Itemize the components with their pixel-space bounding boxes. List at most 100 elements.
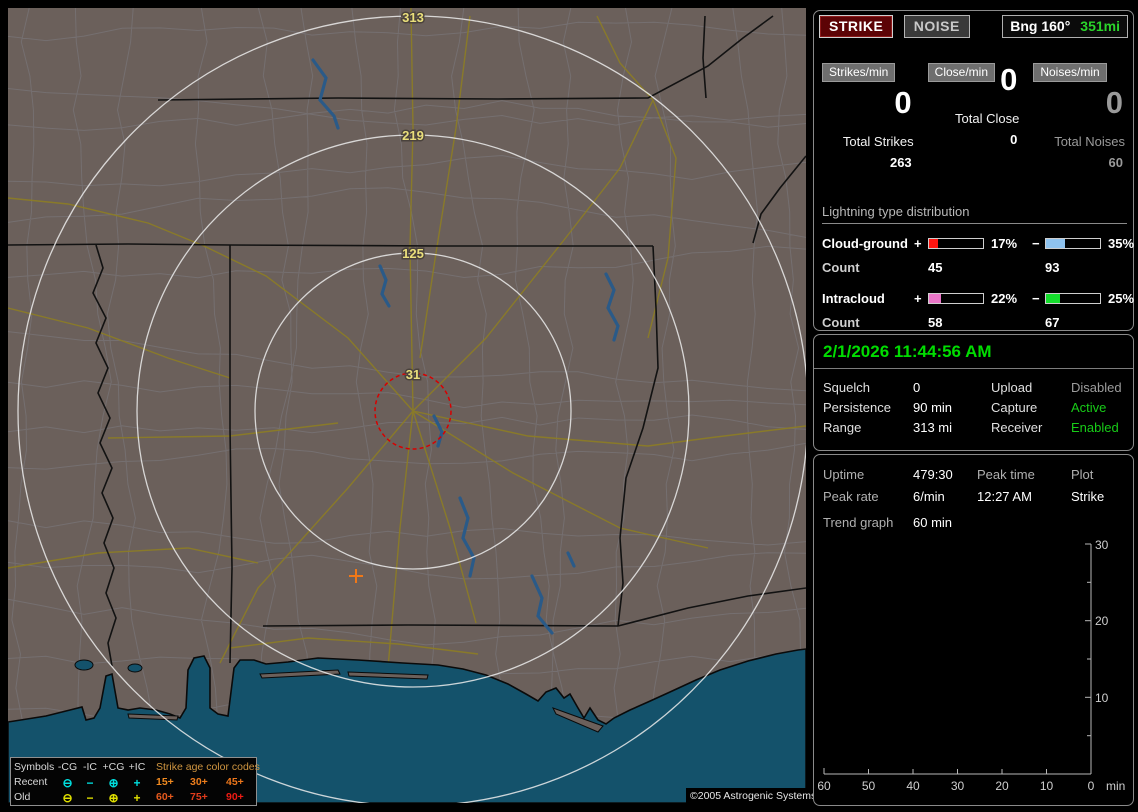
total-strikes-label: Total Strikes (842, 134, 914, 149)
age-15: 15+ (156, 776, 174, 789)
strikes-counter-column: Strikes/min 0 Total Strikes 263 (820, 63, 918, 170)
ring-label-219: 219 (402, 128, 424, 143)
cg-minus-count: 93 (1045, 259, 1060, 275)
total-noises-label: Total Noises (1054, 134, 1126, 149)
capture-status: Active (1071, 399, 1107, 415)
coastal-lake (127, 663, 143, 673)
ring-label-31: 31 (406, 367, 420, 382)
cg-plus-bar (928, 237, 984, 249)
minus-sign: − (1032, 235, 1040, 251)
cloud-ground-label: Cloud-ground (822, 235, 908, 251)
legend-symbols-header: Symbols (14, 761, 55, 774)
age-30: 30+ (190, 776, 208, 789)
recent-pos-cg-icon: ⊕ (108, 775, 119, 790)
plot-label: Plot (1071, 466, 1094, 482)
cg-plus-pct: 17% (991, 235, 1018, 251)
squelch-label: Squelch (823, 379, 870, 395)
capture-label: Capture (991, 399, 1038, 415)
noise-mode-button[interactable]: NOISE (903, 15, 970, 38)
bearing-range-value: 351mi (1080, 18, 1120, 34)
legend-col-neg-cg: -CG (57, 761, 78, 774)
receiver-label: Receiver (991, 419, 1043, 435)
persistence-label: Persistence (823, 399, 891, 415)
bearing-value: Bng 160° (1010, 18, 1071, 34)
age-90: 90+ (226, 791, 244, 804)
intracloud-count-row: Count 58 67 (822, 310, 1127, 334)
range-label: Range (823, 419, 862, 435)
peak-rate-value: 6/min (913, 488, 945, 504)
persistence-value: 90 min (913, 399, 953, 415)
cloud-ground-row: Cloud-ground + 17% − 35% (822, 231, 1134, 255)
ic-plus-pct: 22% (991, 290, 1018, 306)
noises-per-min-badge: Noises/min (1033, 63, 1107, 82)
plot-mode-value: Strike (1071, 488, 1105, 504)
y-tick-10: 10 (1095, 691, 1109, 705)
x-tick-0: 0 (1088, 779, 1095, 793)
trend-graph-window: 60 min (913, 515, 953, 530)
uptime-label: Uptime (823, 466, 865, 482)
legend-col-pos-ic: +IC (128, 761, 146, 774)
coastal-lake (74, 659, 94, 671)
old-neg-cg-icon: ⊖ (62, 790, 73, 805)
x-tick-60: 60 (817, 779, 831, 793)
ring-label-125: 125 (402, 246, 424, 261)
noises-counter-column: Noises/min 0 Total Noises 60 (1031, 63, 1129, 170)
plus-sign: + (914, 290, 922, 306)
bearing-readout: Bng 160° 351mi (1002, 15, 1128, 38)
age-75: 75+ (190, 791, 208, 804)
legend-col-neg-ic: -IC (83, 761, 97, 774)
intracloud-label: Intracloud (822, 290, 885, 306)
close-per-min-badge: Close/min (927, 63, 996, 82)
lightning-map[interactable]: 313 219 125 31 Symbols -CG -IC +CG +IC S… (8, 8, 821, 806)
cg-minus-pct: 35% (1108, 235, 1135, 251)
legend-recent-label: Recent (14, 776, 48, 789)
ic-minus-pct: 25% (1108, 290, 1135, 306)
minus-sign: − (1032, 290, 1040, 306)
trend-graph-label: Trend graph (823, 515, 894, 530)
ic-minus-bar (1045, 292, 1101, 304)
age-60: 60+ (156, 791, 174, 804)
age-45: 45+ (226, 776, 244, 789)
trend-panel: Uptime 479:30 Peak time Plot Peak rate 6… (813, 454, 1134, 806)
legend-old-label: Old (14, 791, 31, 804)
strikes-per-min-badge: Strikes/min (822, 63, 896, 82)
ic-plus-count: 58 (928, 314, 943, 330)
map-canvas: 313 219 125 31 (8, 8, 806, 803)
y-tick-20: 20 (1095, 614, 1109, 628)
close-counter-column: Close/min 0 Total Close 0 (926, 63, 1024, 170)
ring-label-313: 313 (402, 10, 424, 25)
intracloud-row: Intracloud + 22% − 25% (822, 286, 1134, 310)
x-tick-30: 30 (951, 779, 965, 793)
recent-pos-ic-icon: + (133, 775, 141, 790)
trend-graph: 30 20 10 60 50 40 30 20 10 0 min (817, 539, 1125, 793)
squelch-value: 0 (913, 379, 921, 395)
total-strikes-value: 263 (889, 155, 912, 170)
x-axis-unit: min (1106, 779, 1125, 793)
cg-minus-bar (1045, 237, 1101, 249)
x-tick-20: 20 (995, 779, 1009, 793)
copyright-text: ©2005 Astrogenic Systems (686, 788, 821, 805)
legend-col-pos-cg: +CG (102, 761, 125, 774)
legend-age-header: Strike age color codes (156, 761, 260, 774)
count-label: Count (822, 314, 860, 330)
old-pos-ic-icon: + (133, 790, 141, 805)
distribution-title: Lightning type distribution (822, 204, 1127, 224)
x-tick-40: 40 (906, 779, 920, 793)
peak-time-label: Peak time (977, 466, 1035, 482)
total-noises-value: 60 (1108, 155, 1124, 170)
old-pos-cg-icon: ⊕ (108, 790, 119, 805)
upload-status: Disabled (1071, 379, 1122, 395)
upload-label: Upload (991, 379, 1033, 395)
datetime-display: 2/1/2026 11:44:56 AM (814, 335, 1133, 369)
clock-settings-panel: 2/1/2026 11:44:56 AM Squelch 0 Upload Di… (813, 334, 1134, 451)
x-tick-50: 50 (862, 779, 876, 793)
plus-sign: + (914, 235, 922, 251)
x-tick-10: 10 (1040, 779, 1054, 793)
recent-neg-ic-icon: − (86, 775, 94, 790)
ic-plus-bar (928, 292, 984, 304)
peak-time-value: 12:27 AM (977, 488, 1032, 504)
old-neg-ic-icon: − (86, 790, 94, 805)
strike-mode-button[interactable]: STRIKE (819, 15, 894, 38)
range-value: 313 mi (913, 419, 953, 435)
ic-minus-count: 67 (1045, 314, 1060, 330)
